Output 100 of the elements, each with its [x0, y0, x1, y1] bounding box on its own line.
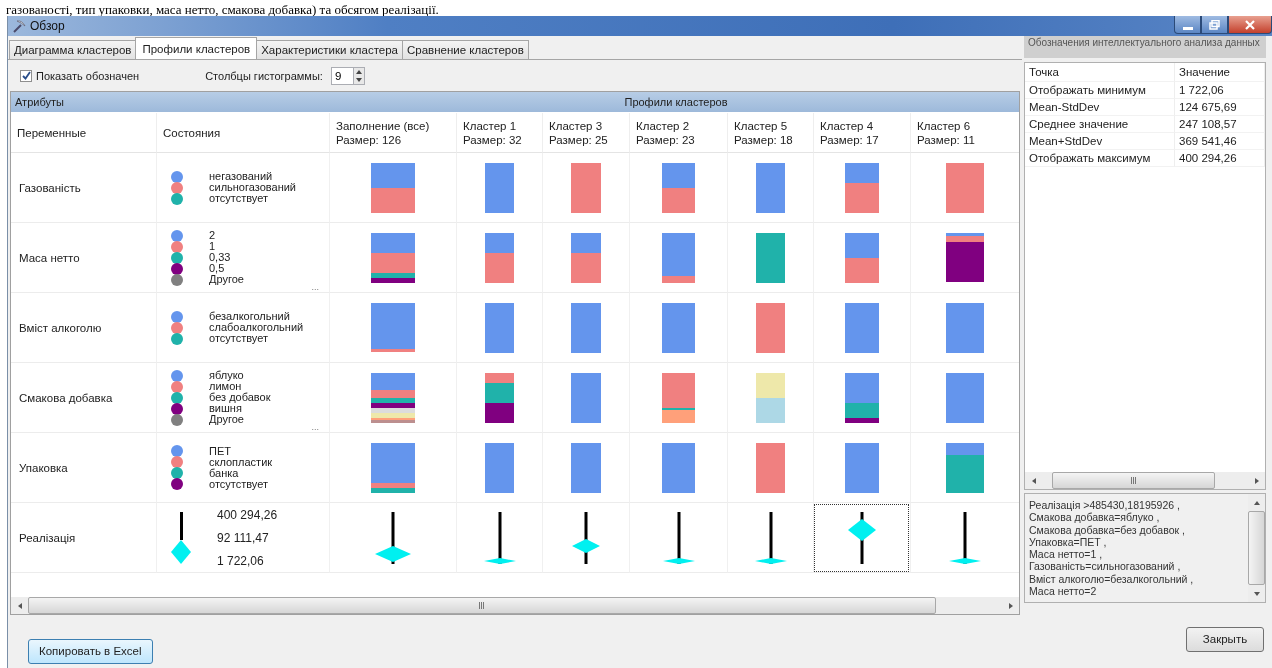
- attribute-name: Маса нетто: [11, 223, 156, 293]
- profile-cell[interactable]: [456, 223, 542, 293]
- tab[interactable]: Характеристики кластера: [256, 40, 403, 59]
- state-label: отсутствует: [209, 333, 268, 344]
- column-header[interactable]: Точка: [1025, 63, 1175, 82]
- profile-cell[interactable]: [329, 363, 456, 433]
- profile-cell[interactable]: [727, 363, 813, 433]
- profile-cell[interactable]: [542, 503, 629, 573]
- scroll-left-icon[interactable]: [1030, 477, 1037, 484]
- attribute-name: Газованість: [11, 153, 156, 223]
- column-header[interactable]: Кластер 5 Размер: 18: [727, 113, 813, 153]
- table-cell: 369 541,46: [1175, 133, 1265, 150]
- column-header[interactable]: Кластер 2 Размер: 23: [629, 113, 727, 153]
- scrollbar-thumb[interactable]: [1052, 472, 1215, 489]
- profile-cell[interactable]: [813, 223, 910, 293]
- detail-line: Реалізація >485430,18195926 ,: [1029, 499, 1181, 512]
- column-header[interactable]: Заполнение (все) Размер: 126: [329, 113, 456, 153]
- minimize-button[interactable]: [1174, 16, 1201, 34]
- table-cell: Mean-StdDev: [1025, 99, 1175, 116]
- tab[interactable]: Профили кластеров: [135, 37, 258, 59]
- detail-line: Газованість=сильногазований ,: [1029, 560, 1182, 573]
- profile-cell[interactable]: [910, 433, 1019, 503]
- column-header[interactable]: Состояния: [156, 113, 329, 153]
- state-label: отсутствует: [209, 193, 268, 204]
- state-label: банка: [209, 467, 239, 479]
- profile-cell[interactable]: [727, 503, 813, 573]
- field-label: Столбцы гистограммы:: [205, 69, 323, 82]
- profile-cell[interactable]: [329, 503, 456, 573]
- table-cell: Mean+StdDev: [1025, 133, 1175, 150]
- scroll-right-icon[interactable]: [1007, 602, 1014, 609]
- profile-cell[interactable]: [629, 363, 727, 433]
- profile-cell[interactable]: [727, 153, 813, 223]
- profile-cell[interactable]: [629, 293, 727, 363]
- attribute-name: Реалізація: [11, 503, 156, 573]
- table-cell: 400 294,26: [1175, 150, 1265, 167]
- state-label: 0,5: [209, 263, 225, 274]
- profile-cell[interactable]: [910, 363, 1019, 433]
- profile-cell[interactable]: [329, 293, 456, 363]
- profile-cell[interactable]: [456, 433, 542, 503]
- profile-cell[interactable]: [813, 293, 910, 363]
- profile-cell[interactable]: [910, 223, 1019, 293]
- profile-cell[interactable]: [910, 293, 1019, 363]
- scrollbar-thumb[interactable]: [1248, 511, 1265, 586]
- copy-to-excel-button[interactable]: Копировать в Excel: [28, 638, 153, 664]
- detail-line: Смакова добавка=без добавок ,: [1029, 523, 1186, 536]
- profile-cell[interactable]: [727, 293, 813, 363]
- panel-title: Обозначения интеллектуального анализа данных: [1024, 36, 1266, 58]
- profile-cell[interactable]: [727, 223, 813, 293]
- scroll-right-icon[interactable]: [1253, 477, 1260, 484]
- profile-cell[interactable]: [629, 153, 727, 223]
- profile-cell[interactable]: [629, 433, 727, 503]
- close-icon: [1244, 19, 1256, 30]
- checkbox-label[interactable]: Показать обозначен: [36, 69, 140, 82]
- profile-cell[interactable]: [910, 503, 1019, 573]
- profile-cell[interactable]: [813, 153, 910, 223]
- column-header[interactable]: Кластер 4 Размер: 17: [813, 113, 910, 153]
- number-field[interactable]: 9: [330, 66, 353, 85]
- profile-cell[interactable]: [329, 153, 456, 223]
- maximize-icon: [1208, 19, 1221, 30]
- profile-cell[interactable]: [542, 293, 629, 363]
- maximize-button[interactable]: [1201, 16, 1228, 34]
- profile-cell[interactable]: [629, 503, 727, 573]
- table-cell: 1 722,06: [1175, 82, 1265, 99]
- profile-cell[interactable]: [542, 363, 629, 433]
- profile-cell[interactable]: [910, 153, 1019, 223]
- details-text-area[interactable]: Реалізація >485430,18195926 , Смакова добавка=яблуко , Смакова добавка=без добавок , Упаковка=ПЕТ , Маса нетто=1 , Газованість=сильногазований , Вміст алкоголю=безалкогольний , Маса нетто=2: [1024, 493, 1266, 604]
- scroll-left-icon[interactable]: [16, 602, 23, 609]
- column-header[interactable]: Кластер 6 Размер: 11: [910, 113, 1019, 153]
- column-header[interactable]: Кластер 1 Размер: 32: [456, 113, 542, 153]
- document-text: газованості, тип упаковки, маса нетто, смакова добавка) та обсягом реалізації.: [6, 2, 439, 18]
- state-label: ПЕТ: [209, 445, 231, 457]
- close-button[interactable]: [1228, 16, 1272, 34]
- profile-cell[interactable]: [542, 153, 629, 223]
- profile-cell[interactable]: [813, 503, 910, 573]
- column-header[interactable]: Значение: [1175, 63, 1265, 82]
- tab[interactable]: Сравнение кластеров: [402, 40, 529, 59]
- profile-cell[interactable]: [329, 223, 456, 293]
- horizontal-scrollbar[interactable]: [1025, 472, 1265, 489]
- profile-cell[interactable]: [456, 363, 542, 433]
- state-label: безалкогольний: [209, 311, 290, 322]
- table-cell: 124 675,69: [1175, 99, 1265, 116]
- profile-cell[interactable]: [456, 293, 542, 363]
- checkbox[interactable]: [20, 69, 32, 82]
- scroll-down-icon[interactable]: [1253, 590, 1260, 597]
- column-header[interactable]: Кластер 3 Размер: 25: [542, 113, 629, 153]
- scroll-up-icon[interactable]: [1253, 499, 1260, 506]
- attribute-name: Смакова добавка: [11, 363, 156, 433]
- profile-cell[interactable]: [456, 153, 542, 223]
- profile-cell[interactable]: [542, 433, 629, 503]
- close-button[interactable]: Закрыть: [1186, 626, 1264, 652]
- tab[interactable]: Диаграмма кластеров: [9, 40, 137, 59]
- profile-cell[interactable]: [813, 363, 910, 433]
- profile-cell[interactable]: [456, 503, 542, 573]
- band-label: Атрибуты: [14, 96, 65, 108]
- column-header[interactable]: Переменные: [11, 113, 156, 153]
- profile-cell[interactable]: [329, 433, 456, 503]
- profile-cell[interactable]: [629, 223, 727, 293]
- profile-cell[interactable]: [813, 433, 910, 503]
- profile-cell[interactable]: [542, 223, 629, 293]
- profile-cell[interactable]: [727, 433, 813, 503]
